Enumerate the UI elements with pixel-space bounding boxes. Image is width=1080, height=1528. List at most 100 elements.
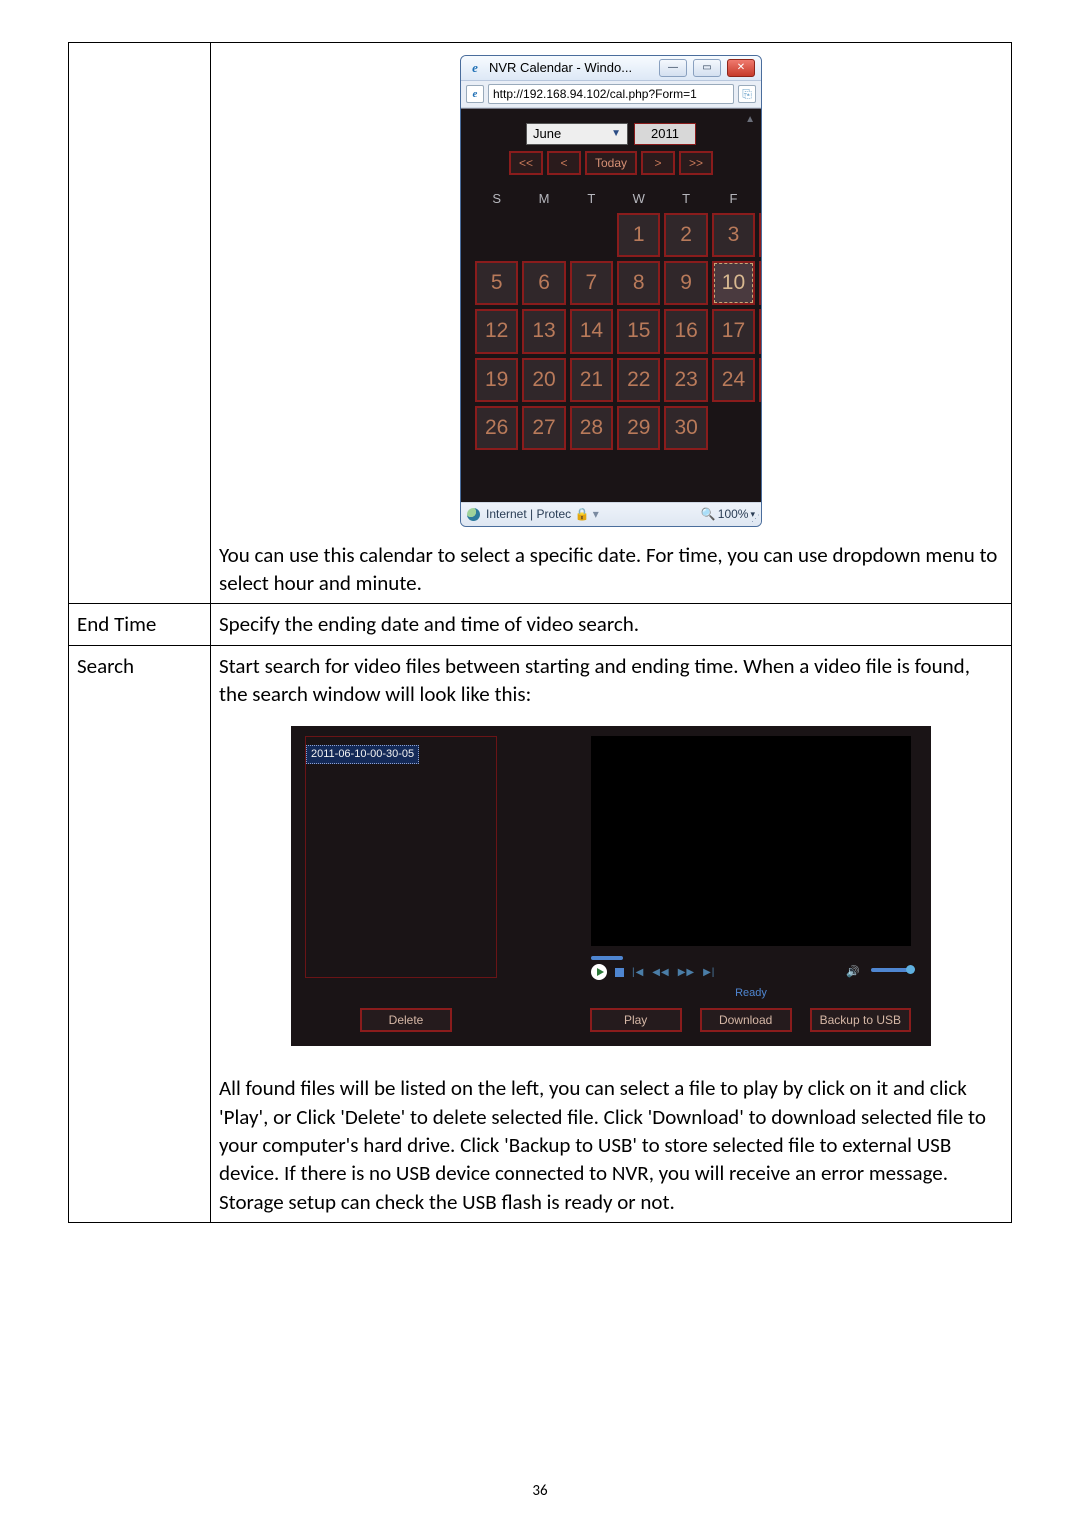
calendar-day[interactable]: 28 — [570, 406, 613, 450]
window-title: NVR Calendar - Windo... — [489, 59, 653, 77]
calendar-day[interactable]: 7 — [570, 261, 613, 305]
nav-last[interactable]: >> — [679, 151, 713, 175]
calendar-day[interactable]: 23 — [664, 358, 707, 402]
internet-zone-icon — [467, 508, 480, 521]
dow-header: S — [475, 189, 518, 209]
fastfwd-icon[interactable]: ▶▶ — [678, 966, 695, 980]
calendar-empty — [617, 454, 660, 488]
row1-content: e NVR Calendar - Windo... — ▭ ✕ e http:/… — [211, 43, 1012, 604]
seek-bar[interactable] — [591, 956, 623, 960]
ie-icon: e — [467, 60, 483, 76]
search-text2: All found files will be listed on the le… — [219, 1074, 1003, 1187]
calendar-day[interactable]: 29 — [617, 406, 660, 450]
calendar-day[interactable]: 5 — [475, 261, 518, 305]
calendar-day[interactable]: 25 — [759, 358, 762, 402]
search-text1: Start search for video files between sta… — [219, 652, 1003, 709]
close-button[interactable]: ✕ — [727, 59, 755, 77]
calendar-window: e NVR Calendar - Windo... — ▭ ✕ e http:/… — [460, 55, 762, 527]
compat-view-icon[interactable]: ⎘ — [738, 85, 756, 103]
zoom-control[interactable]: 🔍 100% ▾ — [701, 506, 755, 522]
calendar-day[interactable]: 27 — [522, 406, 565, 450]
calendar-body: ▲ June ▼ 2011 << < Today > — [461, 108, 761, 502]
calendar-day[interactable]: 26 — [475, 406, 518, 450]
month-year-row: June ▼ 2011 — [471, 123, 751, 145]
calendar-day[interactable]: 3 — [712, 213, 755, 257]
dow-header: F — [712, 189, 755, 209]
search-text3: Storage setup can check the USB flash is… — [219, 1188, 1003, 1216]
search-result-panel: 2011-06-10-00-30-05 |◀ ◀◀ ▶▶ ▶| 🔊 — [291, 726, 931, 1046]
volume-slider[interactable] — [871, 968, 911, 972]
calendar-day[interactable]: 14 — [570, 309, 613, 353]
scroll-up-icon[interactable]: ▲ — [745, 113, 755, 127]
page-number: 36 — [0, 1482, 1080, 1500]
calendar-nav-buttons: << < Today > >> — [471, 151, 751, 175]
nav-next[interactable]: > — [641, 151, 675, 175]
nav-prev[interactable]: < — [547, 151, 581, 175]
zoom-icon: 🔍 — [701, 506, 716, 522]
calendar-empty — [570, 213, 613, 257]
calendar-day[interactable]: 11 — [759, 261, 762, 305]
status-text: Internet | Protec 🔒 ▾ — [486, 506, 695, 522]
year-box[interactable]: 2011 — [634, 123, 696, 145]
row1-label-empty — [69, 43, 211, 604]
url-text: http://192.168.94.102/cal.php?Form=1 — [493, 87, 697, 101]
calendar-day[interactable]: 12 — [475, 309, 518, 353]
calendar-empty — [712, 406, 755, 450]
calendar-empty — [664, 454, 707, 488]
resize-grip-icon[interactable]: ⋰ — [751, 512, 758, 524]
url-field[interactable]: http://192.168.94.102/cal.php?Form=1 — [488, 84, 734, 104]
calendar-day[interactable]: 2 — [664, 213, 707, 257]
skip-prev-icon[interactable]: |◀ — [632, 966, 644, 980]
action-buttons: Delete Play Download Backup to USB — [291, 1008, 931, 1032]
player-controls: |◀ ◀◀ ▶▶ ▶| 🔊 — [591, 956, 911, 990]
delete-button[interactable]: Delete — [360, 1008, 452, 1032]
nav-today[interactable]: Today — [585, 151, 637, 175]
calendar-day[interactable]: 18 — [759, 309, 762, 353]
calendar-empty — [475, 454, 518, 488]
chevron-down-icon: ▼ — [611, 127, 621, 141]
file-item[interactable]: 2011-06-10-00-30-05 — [306, 745, 419, 764]
volume-icon[interactable]: 🔊 — [846, 965, 860, 980]
video-preview — [591, 736, 911, 946]
calendar-day[interactable]: 15 — [617, 309, 660, 353]
download-button[interactable]: Download — [700, 1008, 792, 1032]
month-select[interactable]: June ▼ — [526, 123, 628, 145]
calendar-day[interactable]: 20 — [522, 358, 565, 402]
zoom-value: 100% — [718, 506, 749, 522]
play-icon — [597, 968, 604, 976]
calendar-day[interactable]: 8 — [617, 261, 660, 305]
address-bar: e http://192.168.94.102/cal.php?Form=1 ⎘ — [461, 81, 761, 108]
calendar-day[interactable]: 30 — [664, 406, 707, 450]
play-button[interactable] — [591, 964, 607, 980]
stop-button[interactable] — [615, 968, 624, 977]
calendar-day[interactable]: 13 — [522, 309, 565, 353]
dow-header: T — [664, 189, 707, 209]
calendar-empty — [570, 454, 613, 488]
calendar-empty — [712, 454, 755, 488]
calendar-day[interactable]: 10 — [712, 261, 755, 305]
calendar-day[interactable]: 6 — [522, 261, 565, 305]
calendar-day[interactable]: 19 — [475, 358, 518, 402]
search-content: Start search for video files between sta… — [211, 645, 1012, 1222]
calendar-day[interactable]: 9 — [664, 261, 707, 305]
calendar-empty — [759, 406, 762, 450]
dow-header: M — [522, 189, 565, 209]
play-file-button[interactable]: Play — [590, 1008, 682, 1032]
maximize-button[interactable]: ▭ — [693, 59, 721, 77]
calendar-day[interactable]: 4 — [759, 213, 762, 257]
calendar-day[interactable]: 16 — [664, 309, 707, 353]
minimize-button[interactable]: — — [659, 59, 687, 77]
calendar-grid: SMTWTFS 12345678910111213141516171819202… — [471, 185, 762, 492]
nav-first[interactable]: << — [509, 151, 543, 175]
rewind-icon[interactable]: ◀◀ — [652, 966, 669, 980]
skip-next-icon[interactable]: ▶| — [703, 966, 715, 980]
player-status: Ready — [591, 986, 911, 1001]
calendar-day[interactable]: 17 — [712, 309, 755, 353]
page-icon: e — [466, 85, 484, 103]
calendar-description: You can use this calendar to select a sp… — [219, 541, 1003, 598]
calendar-day[interactable]: 1 — [617, 213, 660, 257]
calendar-day[interactable]: 22 — [617, 358, 660, 402]
backup-usb-button[interactable]: Backup to USB — [810, 1008, 911, 1032]
calendar-day[interactable]: 21 — [570, 358, 613, 402]
calendar-day[interactable]: 24 — [712, 358, 755, 402]
